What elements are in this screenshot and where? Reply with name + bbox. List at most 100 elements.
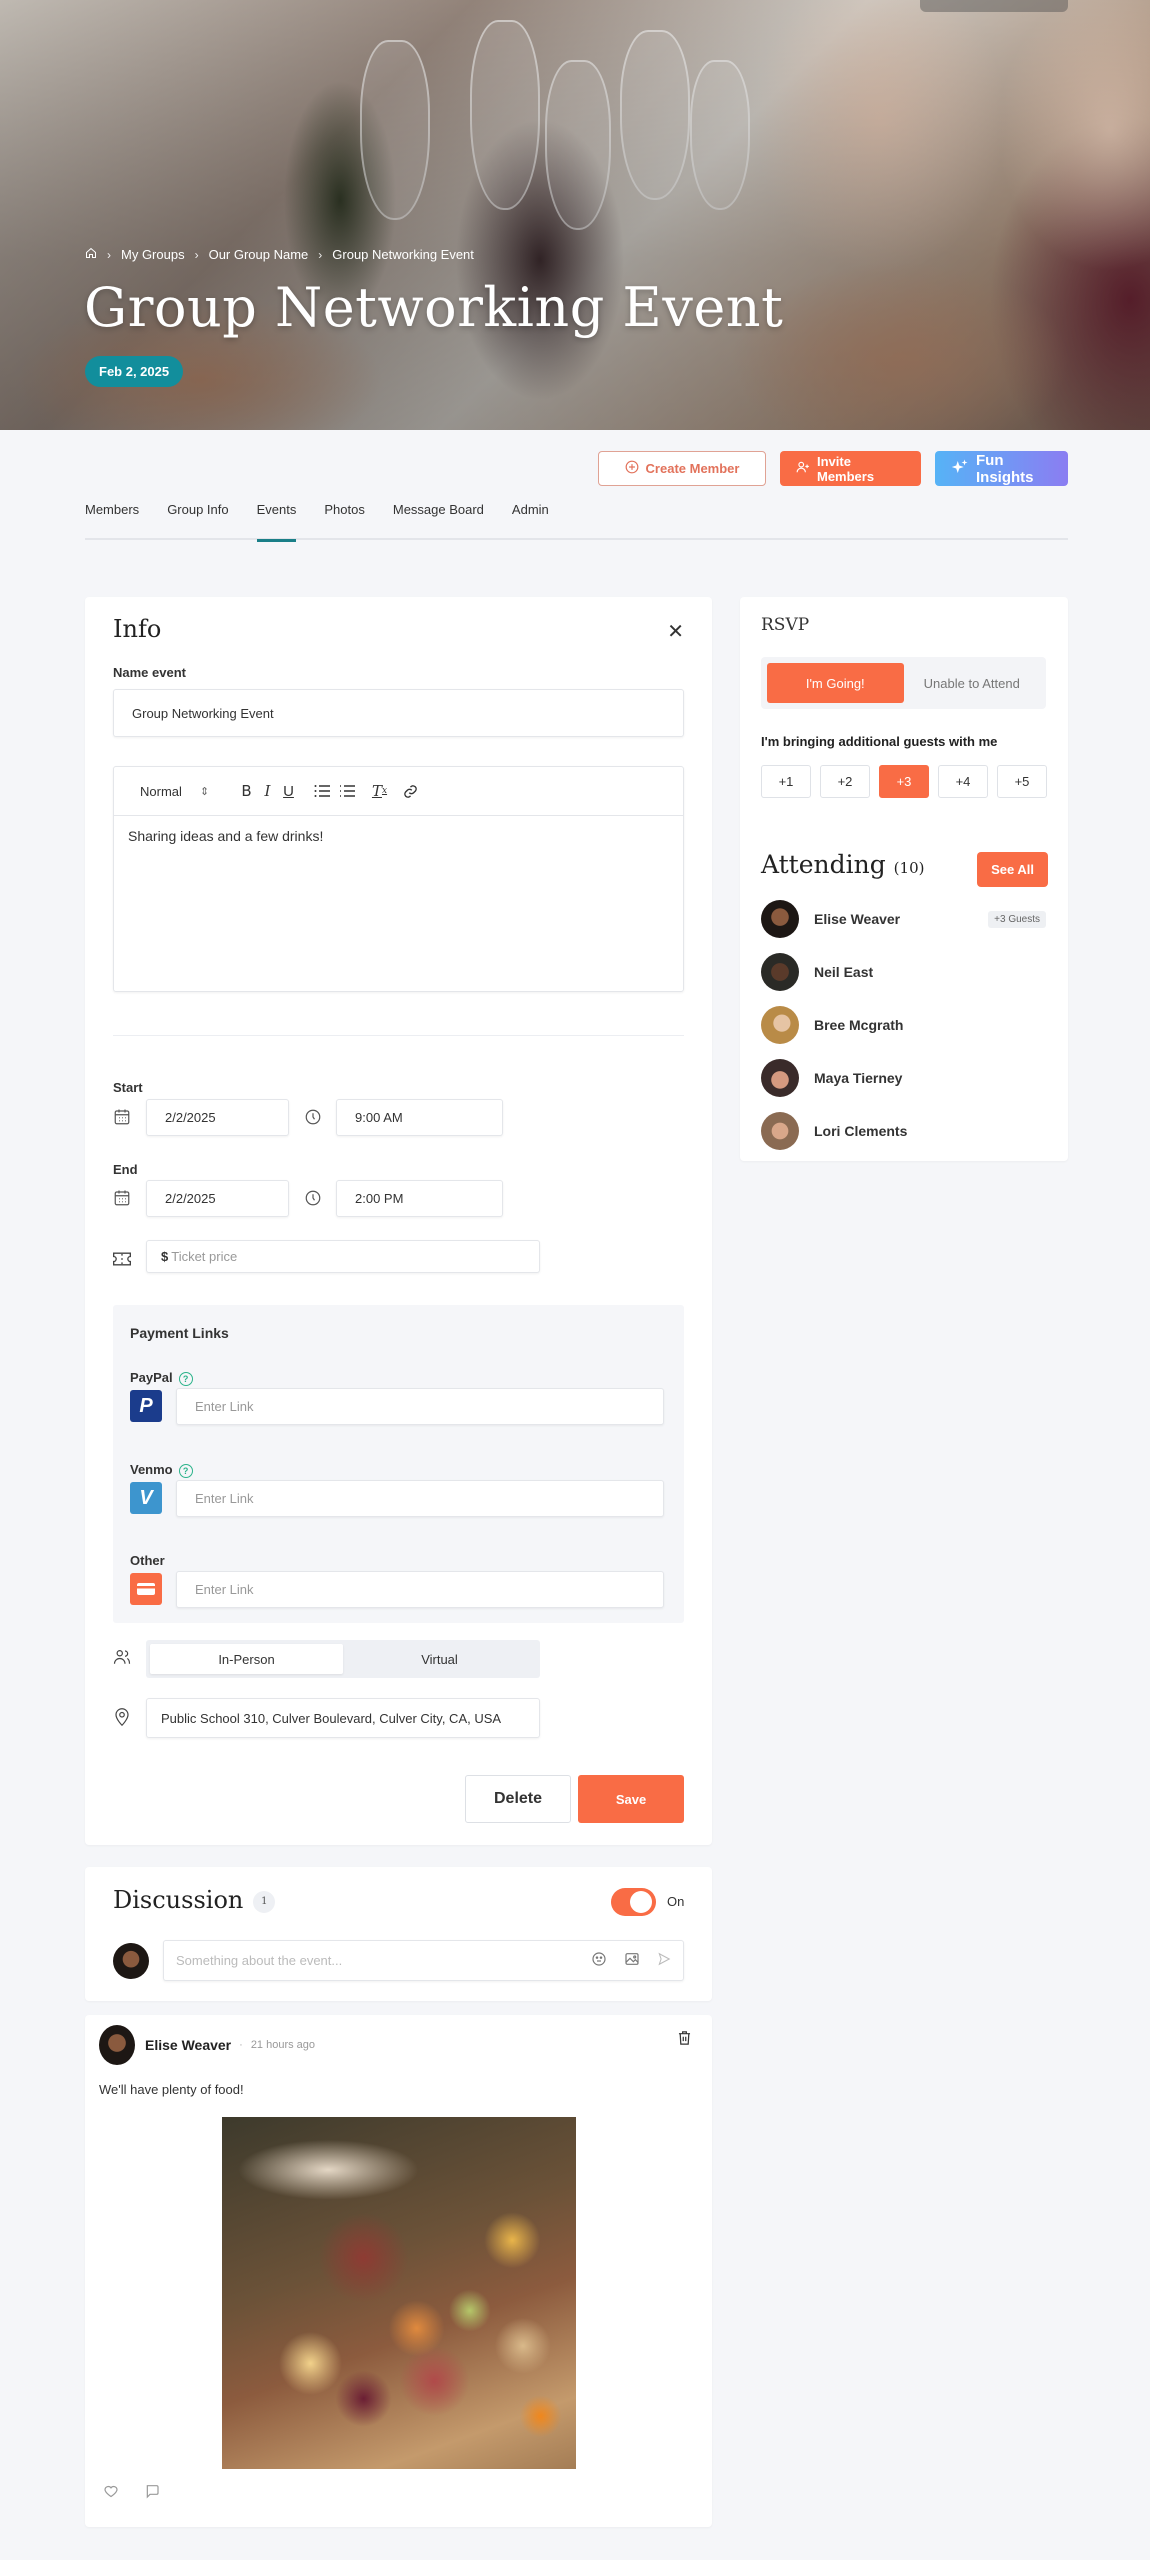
name-event-label: Name event (113, 665, 186, 680)
image-icon[interactable] (624, 1951, 640, 1970)
payment-links-title: Payment Links (130, 1325, 229, 1341)
attendee-row[interactable]: Bree Mcgrath (761, 1006, 1046, 1044)
chevron-right-icon: › (194, 247, 199, 262)
comment-icon[interactable] (144, 2483, 160, 2504)
paypal-label-text: PayPal (130, 1370, 173, 1385)
create-member-button[interactable]: Create Member (598, 451, 766, 486)
mode-virtual[interactable]: Virtual (343, 1644, 536, 1674)
emoji-icon[interactable] (591, 1951, 607, 1970)
sparkles-icon (951, 458, 969, 480)
breadcrumb-my-groups[interactable]: My Groups (121, 247, 185, 262)
create-member-label: Create Member (645, 461, 740, 476)
ticket-price-input[interactable]: $ Ticket price (146, 1240, 540, 1273)
heart-icon[interactable] (103, 2483, 119, 2503)
guest-option-5[interactable]: +5 (997, 765, 1047, 798)
mode-in-person[interactable]: In-Person (150, 1644, 343, 1674)
other-label: Other (130, 1553, 165, 1568)
comment-count-badge: 1 (253, 1890, 276, 1913)
post-image[interactable] (222, 2117, 576, 2469)
guest-option-4[interactable]: +4 (938, 765, 988, 798)
underline-icon[interactable]: U (278, 781, 299, 802)
description-editor: Normal ⇕ B I U Tx Sharing ideas and a fe… (113, 766, 684, 992)
location-input[interactable]: Public School 310, Culver Boulevard, Cul… (146, 1698, 540, 1738)
post-header: Elise Weaver · 21 hours ago (145, 2037, 315, 2053)
comment-input[interactable]: Something about the event... (163, 1940, 684, 1981)
link-icon[interactable] (400, 781, 421, 802)
rsvp-card: RSVP I'm Going! Unable to Attend I'm bri… (740, 597, 1068, 1161)
attendee-name: Elise Weaver (814, 911, 901, 927)
editor-content[interactable]: Sharing ideas and a few drinks! (114, 816, 683, 856)
attendee-row[interactable]: Neil East (761, 953, 1046, 991)
guest-option-3[interactable]: +3 (879, 765, 929, 798)
paypal-link-input[interactable]: Enter Link (176, 1388, 664, 1425)
ordered-list-icon[interactable] (311, 781, 332, 802)
attendee-name: Neil East (814, 964, 874, 980)
tab-group-info[interactable]: Group Info (167, 500, 228, 540)
start-time-input[interactable]: 9:00 AM (336, 1099, 503, 1136)
venmo-link-input[interactable]: Enter Link (176, 1480, 664, 1517)
credit-card-icon (130, 1573, 162, 1605)
guest-option-1[interactable]: +1 (761, 765, 811, 798)
tab-events[interactable]: Events (256, 500, 296, 542)
home-icon[interactable] (85, 247, 97, 262)
help-icon[interactable]: ? (178, 1463, 193, 1478)
start-label: Start (113, 1080, 143, 1095)
ticket-icon (112, 1251, 132, 1272)
post-author-name[interactable]: Elise Weaver (145, 2037, 231, 2053)
save-button[interactable]: Save (578, 1775, 684, 1823)
bold-icon[interactable]: B (236, 781, 257, 802)
send-icon[interactable] (657, 1952, 671, 1969)
post-text: We'll have plenty of food! (99, 2082, 244, 2097)
fun-insights-button[interactable]: Fun Insights (935, 451, 1068, 486)
paypal-logo-icon: P (130, 1390, 162, 1422)
tab-photos[interactable]: Photos (324, 500, 364, 540)
start-date-input[interactable]: 2/2/2025 (146, 1099, 289, 1136)
plus-circle-icon (625, 460, 639, 477)
clock-icon (304, 1189, 322, 1212)
rsvp-unable-button[interactable]: Unable to Attend (904, 663, 1041, 703)
breadcrumb: › My Groups › Our Group Name › Group Net… (85, 247, 474, 262)
guests-label: I'm bringing additional guests with me (761, 734, 998, 749)
toggle-label: On (667, 1894, 685, 1909)
guest-option-2[interactable]: +2 (820, 765, 870, 798)
rsvp-toggle: I'm Going! Unable to Attend (761, 657, 1046, 709)
format-select[interactable]: Normal (140, 784, 200, 799)
post-timestamp: 21 hours ago (250, 2039, 316, 2051)
user-plus-icon (796, 460, 810, 477)
calendar-icon (113, 1189, 131, 1212)
close-icon[interactable]: ✕ (667, 619, 684, 644)
currency-symbol: $ (161, 1249, 169, 1264)
italic-icon[interactable]: I (257, 781, 278, 802)
tab-members[interactable]: Members (85, 500, 139, 540)
tab-admin[interactable]: Admin (512, 500, 549, 540)
attendee-row[interactable]: Maya Tierney (761, 1059, 1046, 1097)
event-name-input[interactable]: Group Networking Event (113, 689, 684, 737)
group-tabs: Members Group Info Events Photos Message… (85, 500, 1068, 542)
section-divider (113, 1035, 684, 1036)
end-date-input[interactable]: 2/2/2025 (146, 1180, 289, 1217)
clear-format-icon[interactable]: Tx (369, 781, 390, 802)
venmo-label: Venmo? (130, 1462, 193, 1478)
rsvp-going-button[interactable]: I'm Going! (767, 663, 904, 703)
other-link-input[interactable]: Enter Link (176, 1571, 664, 1608)
attendee-name: Lori Clements (814, 1123, 908, 1139)
format-select-arrows-icon[interactable]: ⇕ (200, 785, 220, 798)
end-time-input[interactable]: 2:00 PM (336, 1180, 503, 1217)
see-all-button[interactable]: See All (977, 852, 1048, 887)
comment-placeholder: Something about the event... (176, 1953, 343, 1968)
trash-icon[interactable] (677, 2030, 692, 2051)
invite-members-button[interactable]: Invite Members (780, 451, 921, 486)
discussion-toggle[interactable] (611, 1888, 656, 1916)
tab-message-board[interactable]: Message Board (393, 500, 484, 540)
attendee-row[interactable]: Elise Weaver +3 Guests (761, 900, 1046, 938)
avatar (761, 900, 799, 938)
users-icon (113, 1648, 131, 1671)
event-info-card: Info ✕ Name event Group Networking Event… (85, 597, 712, 1845)
attendee-row[interactable]: Lori Clements (761, 1112, 1046, 1150)
help-icon[interactable]: ? (178, 1371, 193, 1386)
bullet-list-icon[interactable] (336, 781, 357, 802)
breadcrumb-group-name[interactable]: Our Group Name (209, 247, 309, 262)
delete-button[interactable]: Delete (465, 1775, 571, 1823)
breadcrumb-current: Group Networking Event (332, 247, 474, 262)
hero-top-button[interactable] (920, 0, 1068, 12)
